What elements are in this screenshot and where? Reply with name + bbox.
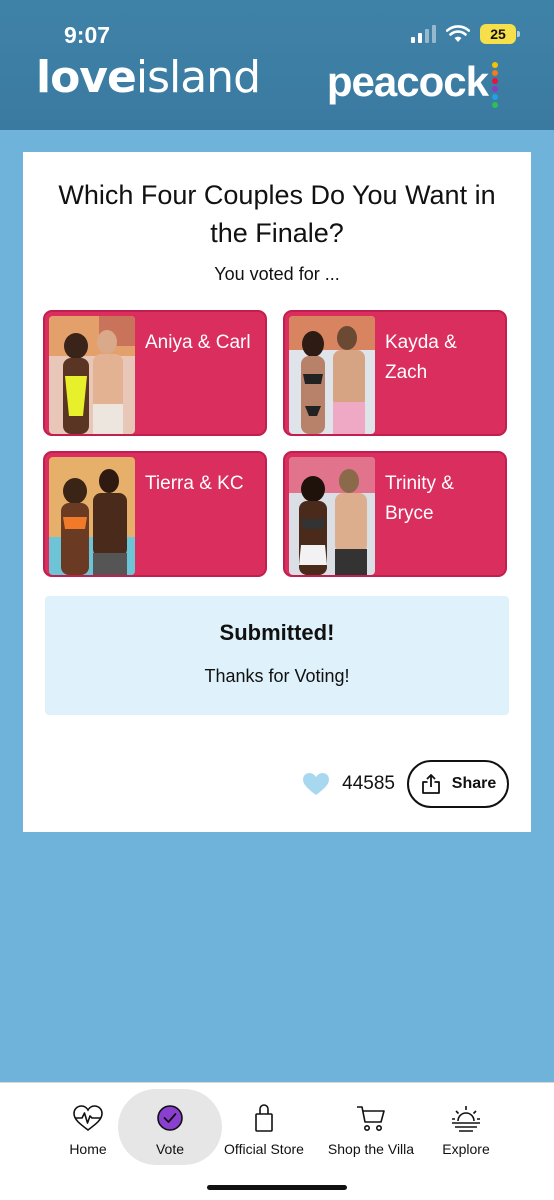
like-count: 44585 [342, 773, 395, 794]
submitted-title: Submitted! [219, 620, 335, 645]
share-label: Share [451, 775, 497, 792]
couple-photo [49, 457, 135, 575]
cart-icon [357, 1106, 385, 1131]
heartbeat-icon [73, 1105, 103, 1132]
couple-option-4[interactable]: Trinity & Bryce [283, 451, 507, 577]
app-header: 9:07 25 loveisland peacock [0, 0, 554, 130]
battery-icon: 25 [480, 24, 520, 44]
share-icon [421, 774, 440, 794]
shopping-bag-icon [255, 1104, 273, 1132]
status-time: 9:07 [64, 22, 111, 48]
peacock-logo: peacock [326, 58, 489, 105]
submitted-subtitle: Thanks for Voting! [204, 666, 350, 686]
submitted-banner: Submitted! Thanks for Voting! [45, 596, 509, 715]
sunset-icon [452, 1106, 480, 1132]
voted-for-label: You voted for ... [214, 264, 340, 284]
cellular-signal-icon [411, 25, 436, 43]
wifi-icon [446, 25, 470, 42]
couple-name: Tierra & KC [145, 473, 244, 494]
nav-vote[interactable]: Vote [118, 1089, 222, 1165]
vote-check-icon [157, 1105, 183, 1131]
couple-photo [289, 316, 375, 434]
nav-explore[interactable]: Explore [436, 1089, 496, 1165]
couple-option-2[interactable]: Kayda & Zach [283, 310, 507, 436]
couple-name: Trinity & Bryce [385, 473, 454, 524]
couple-photo [289, 457, 375, 575]
status-icons: 25 [411, 24, 520, 44]
love-island-logo: loveisland [36, 52, 261, 103]
home-indicator [207, 1185, 347, 1190]
like-share-row: 44585 Share [302, 760, 509, 808]
couple-option-1[interactable]: Aniya & Carl [43, 310, 267, 436]
couple-name: Kayda & Zach [385, 332, 457, 383]
poll-card: Which Four Couples Do You Want in the Fi… [23, 152, 531, 832]
poll-question: Which Four Couples Do You Want in the Fi… [58, 180, 496, 248]
heart-icon[interactable] [302, 772, 330, 796]
couple-option-3[interactable]: Tierra & KC [43, 451, 267, 577]
bottom-nav: Home Vote Official Store Shop the Villa … [0, 1082, 554, 1200]
nav-home[interactable]: Home [60, 1089, 116, 1165]
couple-photo [49, 316, 135, 434]
nav-official-store[interactable]: Official Store [222, 1089, 306, 1165]
share-button[interactable]: Share [407, 760, 509, 808]
peacock-dots [492, 62, 500, 108]
nav-shop-the-villa[interactable]: Shop the Villa [326, 1089, 416, 1165]
couple-name: Aniya & Carl [145, 332, 251, 353]
